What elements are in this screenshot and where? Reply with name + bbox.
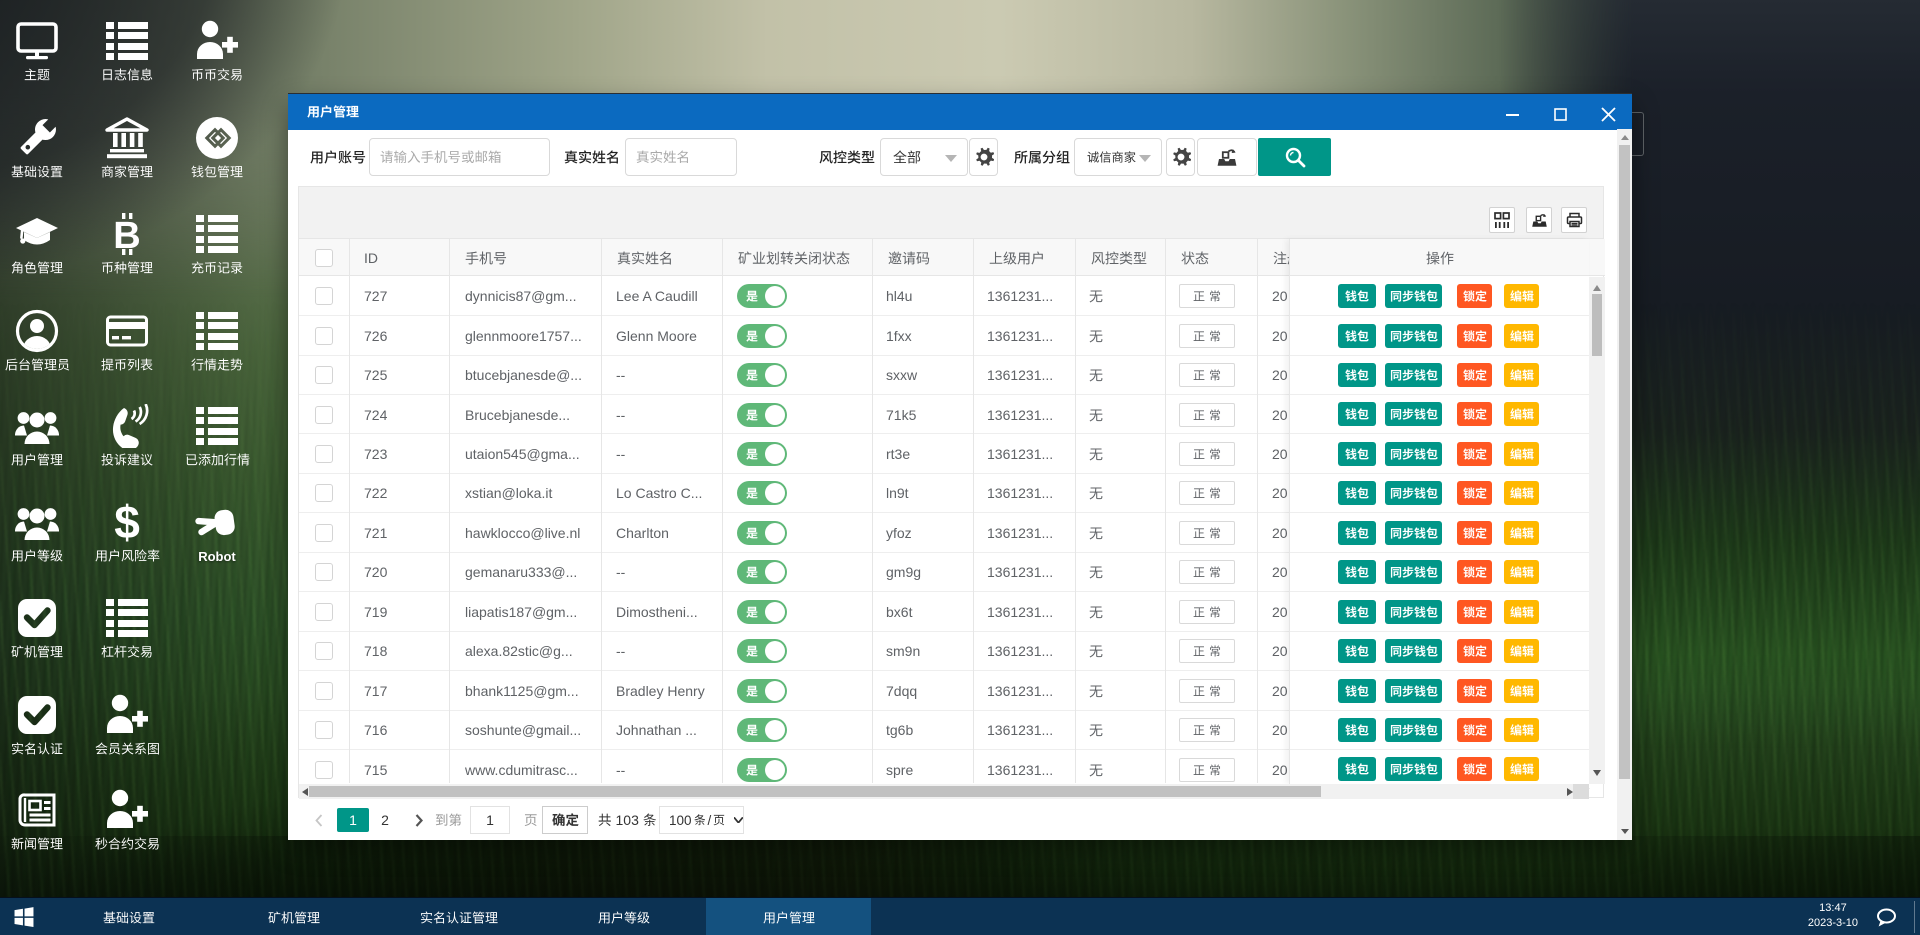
svg-text:$: $	[114, 500, 140, 544]
svg-text:B: B	[113, 215, 140, 256]
